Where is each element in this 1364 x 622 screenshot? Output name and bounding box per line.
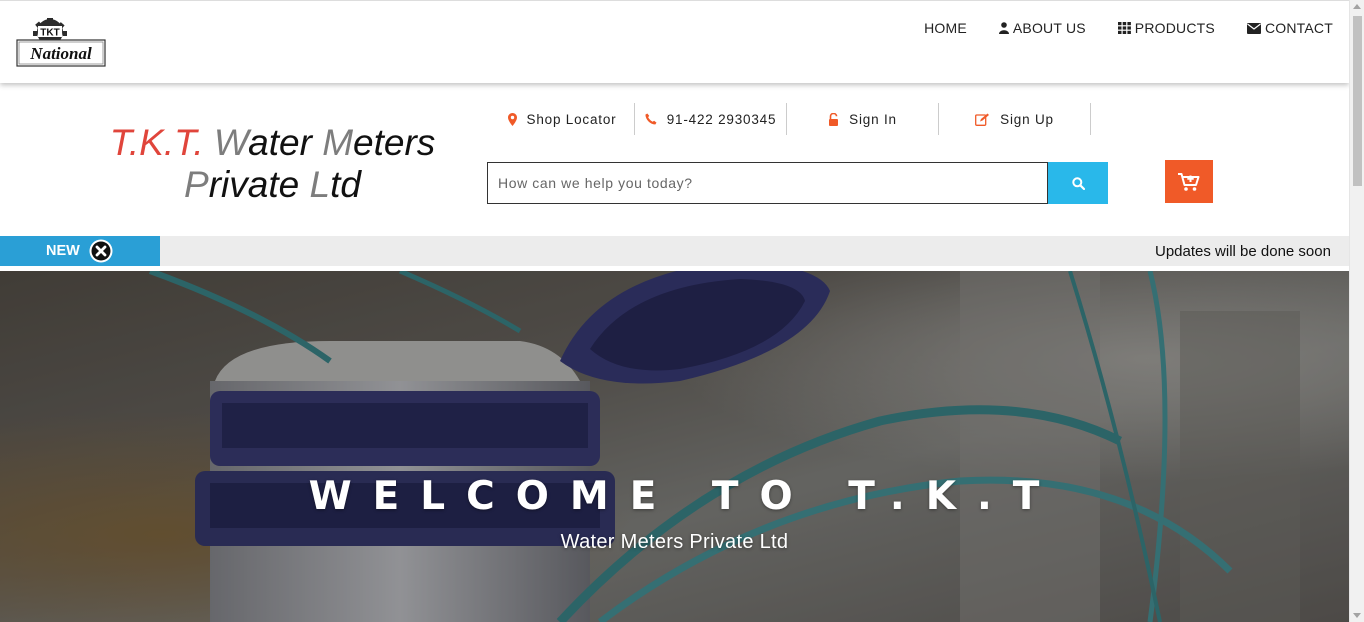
sign-up-label: Sign Up [1000, 111, 1054, 127]
company-name-td: td [330, 164, 361, 205]
hero-background-image [0, 271, 1349, 622]
nav-products[interactable]: PRODUCTS [1117, 19, 1215, 37]
company-logo[interactable]: TKT National [16, 18, 106, 68]
top-navbar: TKT National HOME ABOUT US PRODUCTS CONT… [0, 0, 1349, 83]
envelope-icon [1246, 22, 1261, 34]
edit-icon [975, 113, 990, 126]
close-icon[interactable] [89, 239, 113, 263]
phone-icon [645, 113, 657, 125]
shop-locator-link[interactable]: Shop Locator [490, 103, 635, 135]
svg-text:National: National [29, 44, 92, 63]
cart-button[interactable] [1165, 160, 1213, 203]
nav-contact[interactable]: CONTACT [1246, 19, 1333, 37]
company-name-p: P [184, 164, 209, 205]
hero-banner: WELCOME TO T.K.T Water Meters Private Lt… [0, 271, 1349, 622]
map-marker-icon [507, 112, 517, 126]
nav-about-us[interactable]: ABOUT US [998, 19, 1086, 37]
nav-about-label: ABOUT US [1012, 20, 1086, 36]
company-name-rivate: rivate [208, 164, 300, 205]
company-name-l: L [309, 164, 331, 205]
user-icon [998, 22, 1009, 34]
ticker-message[interactable]: Updates will be done soon [1155, 243, 1331, 260]
ticker-new-label: NEW [46, 243, 80, 259]
search-icon [1071, 176, 1085, 190]
company-name-tkt: T.K.T. [109, 122, 204, 163]
company-name-eters: eters [353, 122, 436, 163]
search-button[interactable] [1048, 162, 1108, 204]
svg-text:TKT: TKT [40, 28, 59, 39]
scrollbar-thumb[interactable] [1353, 16, 1362, 186]
scroll-up-arrow[interactable] [1353, 4, 1361, 9]
shop-locator-label: Shop Locator [526, 111, 617, 127]
unlock-icon [829, 112, 839, 126]
company-name-w: W [213, 122, 249, 163]
sign-in-label: Sign In [849, 111, 897, 127]
scroll-down-arrow[interactable] [1353, 613, 1361, 618]
phone-link[interactable]: 91-422 2930345 [635, 103, 787, 135]
company-name-ater: ater [248, 122, 312, 163]
ticker-new-badge: NEW [0, 236, 160, 266]
page-scrollbar[interactable] [1349, 0, 1364, 622]
nav-products-label: PRODUCTS [1134, 20, 1215, 36]
company-name-m: M [322, 122, 354, 163]
nav-home[interactable]: HOME [924, 19, 967, 37]
news-ticker: NEW Updates will be done soon [0, 236, 1349, 266]
sign-in-link[interactable]: Sign In [787, 103, 939, 135]
phone-number: 91-422 2930345 [666, 111, 777, 127]
hero-subtitle: Water Meters Private Ltd [560, 531, 789, 553]
nav-contact-label: CONTACT [1264, 20, 1333, 36]
cart-plus-icon [1178, 172, 1200, 191]
company-name: T.K.T. Water Meters Private Ltd [100, 122, 445, 206]
main-nav: HOME ABOUT US PRODUCTS CONTACT [892, 19, 1333, 37]
hero-title: WELCOME TO T.K.T [308, 474, 1061, 519]
info-bar: Shop Locator 91-422 2930345 Sign In Sign… [490, 103, 1091, 135]
search-input[interactable] [487, 162, 1048, 204]
sign-up-link[interactable]: Sign Up [939, 103, 1091, 135]
nav-home-label: HOME [924, 20, 967, 36]
grid-icon [1117, 22, 1131, 34]
